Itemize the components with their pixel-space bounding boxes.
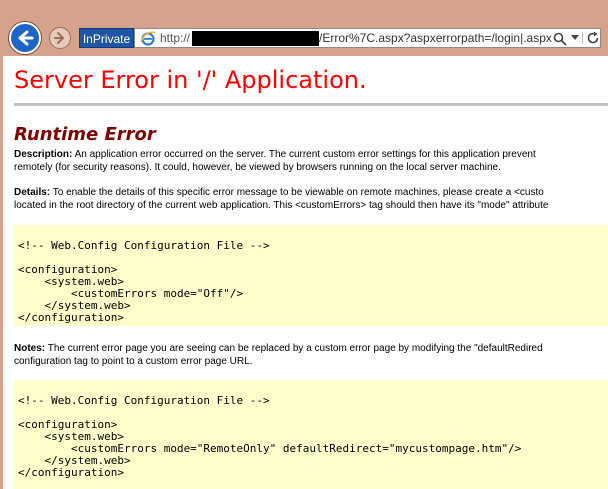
description-line2: remotely (for security reasons). It coul… — [14, 162, 501, 173]
code-block-off: <!-- Web.Config Configuration File --> <… — [14, 225, 608, 326]
notes-label: Notes: — [14, 343, 46, 354]
back-arrow-icon — [18, 30, 34, 46]
notes-paragraph: Notes: The current error page you are se… — [14, 342, 608, 368]
description-paragraph: Description: An application error occurr… — [14, 148, 608, 174]
details-line1: To enable the details of this specific e… — [50, 187, 544, 198]
browser-toolbar: InPrivate http:// /Error%7C.aspx?aspxerr… — [0, 0, 608, 56]
url-text: /Error%7C.aspx?aspxerrorpath=/login|.asp… — [319, 31, 552, 45]
address-divider — [582, 32, 583, 44]
refresh-icon[interactable] — [586, 31, 600, 45]
address-bar[interactable]: http:// /Error%7C.aspx?aspxerrorpath=/lo… — [134, 28, 601, 48]
description-label: Description: — [14, 149, 73, 160]
url-redaction-bar — [192, 31, 319, 46]
inprivate-badge[interactable]: InPrivate — [79, 28, 134, 48]
code-block-off-text: <!-- Web.Config Configuration File --> <… — [18, 239, 270, 324]
page-title: Server Error in '/' Application. — [14, 66, 367, 94]
forward-button[interactable] — [49, 27, 71, 49]
details-label: Details: — [14, 187, 51, 198]
url-text-prefix: http:// — [160, 31, 191, 45]
search-icon[interactable] — [552, 31, 568, 47]
forward-arrow-icon — [54, 32, 64, 44]
notes-line2: configuration tag to point to a custom e… — [14, 356, 253, 367]
title-divider — [14, 103, 608, 106]
details-line2: located in the root directory of the cur… — [14, 200, 549, 211]
runtime-error-heading: Runtime Error — [14, 124, 156, 145]
chevron-down-icon[interactable] — [571, 35, 579, 41]
notes-line1: The current error page you are seeing ca… — [45, 343, 543, 354]
ie-logo-icon — [140, 31, 156, 46]
code-block-remoteonly: <!-- Web.Config Configuration File --> <… — [14, 380, 608, 489]
back-button[interactable] — [9, 22, 41, 54]
description-line1: An application error occurred on the ser… — [72, 149, 536, 160]
details-paragraph: Details: To enable the details of this s… — [14, 186, 608, 212]
code-block-remoteonly-text: <!-- Web.Config Configuration File --> <… — [18, 394, 522, 479]
